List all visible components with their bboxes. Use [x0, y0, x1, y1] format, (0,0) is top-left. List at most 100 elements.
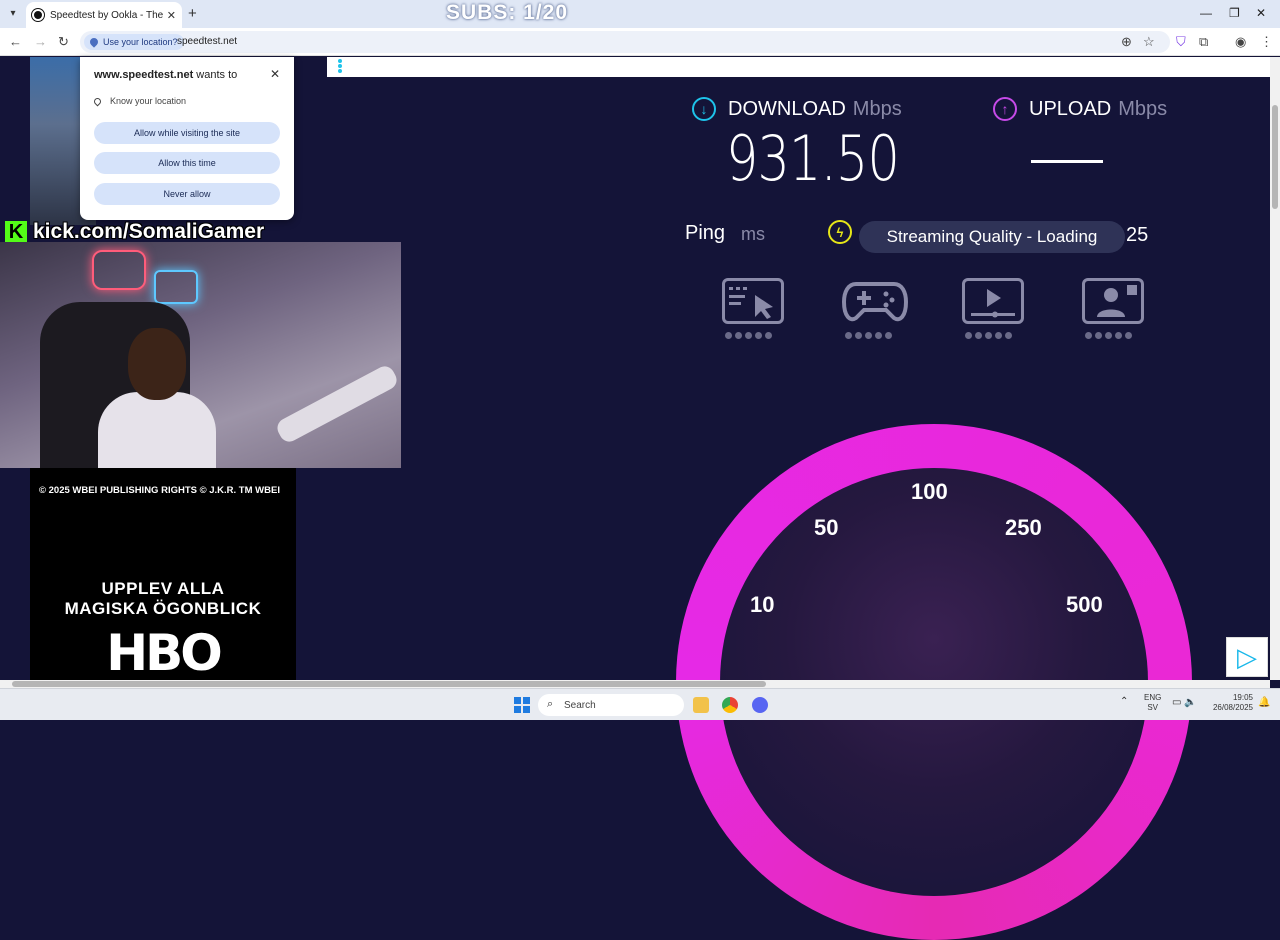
streamer-shirt [98, 392, 216, 468]
reload-icon[interactable]: ↻ [58, 34, 69, 50]
lightning-icon: ϟ [828, 220, 852, 244]
download-value: 931.50 [726, 122, 900, 195]
language-indicator[interactable]: ENG SV [1144, 693, 1161, 713]
jitter-value: 25 [1126, 224, 1149, 246]
bookmark-star-icon[interactable]: ☆ [1143, 34, 1155, 50]
speedtest-favicon-icon [32, 9, 44, 21]
video-chat-rating [1085, 332, 1132, 339]
address-bar[interactable]: Use your location? speedtest.net [80, 31, 1170, 53]
gauge-label-100: 100 [911, 479, 948, 504]
strip-menu-icon[interactable] [338, 59, 343, 75]
gaming-rating [845, 332, 892, 339]
forward-arrow-icon[interactable]: → [34, 34, 47, 49]
zoom-icon[interactable]: ⊕ [1121, 34, 1132, 50]
top-ad-strip [327, 57, 1270, 77]
upload-unit: Mbps [1118, 97, 1168, 120]
hbo-copyright: © 2025 WBEI PUBLISHING RIGHTS © J.K.R. T… [39, 485, 280, 496]
streamer-head [128, 328, 186, 400]
gauge-label-500: 500 [1066, 592, 1103, 617]
taskbar-search[interactable]: ⌕ Search [538, 694, 684, 716]
language-line-1: ENG [1144, 693, 1162, 702]
allow-this-time-button[interactable]: Allow this time [94, 152, 280, 174]
extension-shield-icon[interactable]: ⛉ [1176, 34, 1186, 50]
browser-title-bar: ▾ Speedtest by Ookla - The Global ✕ + SU… [0, 0, 1280, 28]
download-unit: Mbps [852, 97, 902, 120]
profile-avatar-icon[interactable]: ◉ [1235, 34, 1246, 50]
kick-channel-text: kick.com/SomaliGamer [33, 220, 265, 243]
upload-arrow-icon: ↑ [993, 97, 1017, 121]
location-pin-icon [88, 36, 100, 48]
language-line-2: SV [1147, 703, 1158, 712]
permission-title: www.speedtest.net wants to [94, 69, 237, 81]
network-volume-icons[interactable]: ▭ 🔈 [1172, 697, 1197, 708]
neon-sign [92, 250, 146, 290]
subs-counter-overlay: SUBS: 1/20 [446, 1, 569, 24]
location-permission-popup: www.speedtest.net wants to ✕ Know your l… [80, 57, 294, 220]
ping-label: Ping [685, 222, 726, 244]
browser-toolbar: ← → ↻ Use your location? speedtest.net ⊕… [0, 28, 1280, 56]
minimize-icon[interactable]: — [1200, 6, 1212, 20]
vertical-scrollbar[interactable] [1270, 57, 1280, 680]
kick-logo-icon: K [5, 221, 27, 243]
webcam-feed [0, 242, 401, 468]
permission-site: www.speedtest.net [94, 69, 194, 81]
download-arrow-icon: ↓ [692, 97, 716, 121]
restore-icon[interactable]: ❐ [1229, 6, 1240, 20]
download-header: ↓ DOWNLOAD Mbps [692, 97, 902, 121]
taskbar-clock[interactable]: 19:05 26/08/2025 [1207, 693, 1253, 713]
download-label: DOWNLOAD [728, 97, 846, 120]
vertical-scroll-thumb[interactable] [1272, 105, 1278, 209]
upload-label: UPLOAD [1029, 97, 1112, 120]
streaming-quality-tooltip: Streaming Quality - Loading [859, 221, 1125, 253]
kick-channel-banner: K kick.com/SomaliGamer [5, 220, 264, 244]
allow-while-visiting-button[interactable]: Allow while visiting the site [94, 122, 280, 144]
browser-tab-speedtest[interactable]: Speedtest by Ookla - The Global ✕ [26, 2, 182, 28]
hbo-tagline-1: UPPLEV ALLA [101, 579, 225, 598]
taskbar-search-placeholder: Search [564, 699, 596, 711]
upload-value-placeholder [1031, 160, 1103, 163]
gaming-icon[interactable] [841, 278, 909, 324]
location-permission-chip[interactable]: Use your location? [84, 34, 184, 50]
chrome-icon[interactable] [722, 697, 738, 713]
video-streaming-icon[interactable] [962, 278, 1024, 324]
location-pin-icon [92, 96, 103, 106]
permission-request: Know your location [92, 96, 187, 106]
location-chip-label: Use your location? [103, 37, 178, 47]
tray-overflow-icon[interactable]: ⌃ [1120, 696, 1128, 707]
notification-bell-icon[interactable]: 🔔 [1258, 697, 1270, 708]
video-chat-icon[interactable] [1082, 278, 1144, 324]
ping-unit: ms [741, 224, 765, 244]
neon-flag [154, 270, 198, 304]
windows-start-icon[interactable] [514, 697, 530, 713]
hbo-tagline-2: MAGISKA ÖGONBLICK [64, 599, 262, 618]
gauge-label-50: 50 [814, 515, 839, 540]
file-explorer-icon[interactable] [693, 697, 709, 713]
tab-search-dropdown-icon[interactable]: ▾ [4, 4, 22, 22]
permission-request-label: Know your location [110, 96, 187, 106]
close-window-icon[interactable]: ✕ [1256, 6, 1266, 20]
url-text[interactable]: speedtest.net [177, 36, 237, 47]
discord-icon[interactable] [752, 697, 768, 713]
clock-time: 19:05 [1232, 693, 1253, 702]
permission-wants-to: wants to [193, 69, 238, 81]
video-streaming-rating [965, 332, 1012, 339]
ad-play-icon[interactable]: ▷ [1226, 637, 1268, 677]
tab-close-icon[interactable]: ✕ [167, 9, 176, 22]
back-arrow-icon[interactable]: ← [9, 34, 22, 49]
mic-arm [273, 362, 401, 446]
new-tab-button[interactable]: + [188, 5, 197, 22]
gauge-label-10: 10 [750, 592, 775, 617]
windows-taskbar: ⌕ Search ⌃ ENG SV ▭ 🔈 19:05 26/08/2025 🔔 [0, 688, 1280, 720]
hbo-ad-panel: © 2025 WBEI PUBLISHING RIGHTS © J.K.R. T… [30, 468, 296, 682]
search-icon: ⌕ [547, 698, 554, 710]
permission-close-icon[interactable]: ✕ [270, 67, 280, 81]
clock-date: 26/08/2025 [1212, 703, 1253, 712]
web-browsing-rating [725, 332, 772, 339]
hbo-logo: HBO [106, 624, 222, 682]
browser-menu-icon[interactable]: ⋮ [1260, 34, 1273, 50]
extensions-puzzle-icon[interactable]: ⧉ [1199, 34, 1208, 50]
web-browsing-icon[interactable] [722, 278, 784, 324]
gauge-label-250: 250 [1005, 515, 1042, 540]
never-allow-button[interactable]: Never allow [94, 183, 280, 205]
upload-header: ↑ UPLOAD Mbps [993, 97, 1167, 121]
